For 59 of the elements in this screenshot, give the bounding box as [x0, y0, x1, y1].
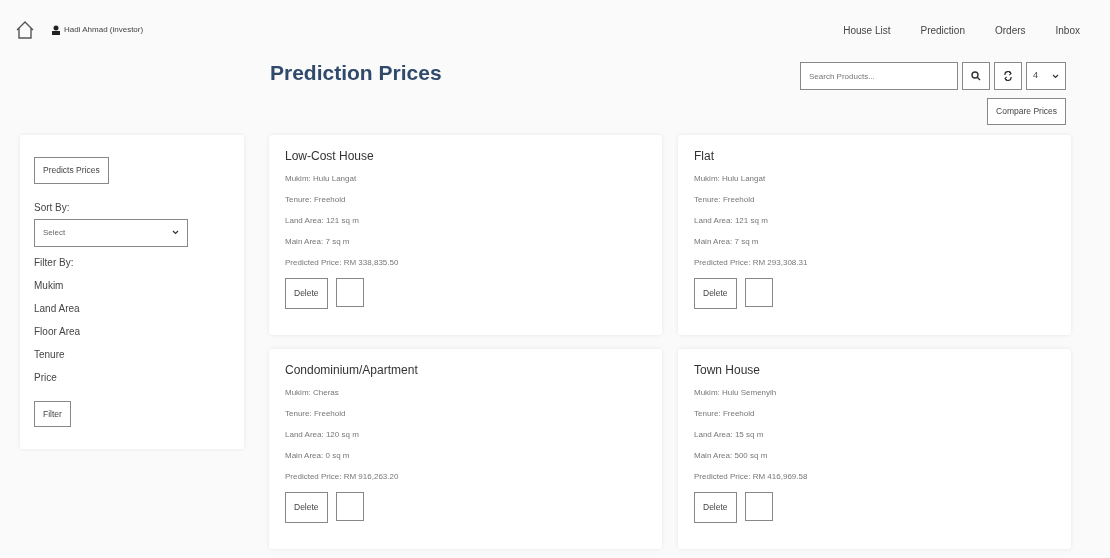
chevron-down-icon [172, 230, 179, 235]
card-detail: Mukim: Hulu Semenyih [694, 387, 778, 400]
delete-button[interactable]: Delete [694, 278, 737, 309]
card-detail: Tenure: Freehold [694, 408, 756, 421]
user-icon [52, 25, 60, 35]
refresh-icon [1004, 71, 1012, 81]
card-detail: Main Area: 7 sq m [694, 236, 760, 249]
nav-link[interactable]: House List [843, 22, 891, 38]
page-title: Prediction Prices [270, 60, 442, 86]
per-page-select[interactable]: 4 [1026, 62, 1066, 90]
card-detail: Tenure: Freehold [285, 408, 347, 421]
card-detail: Predicted Price: RM 416,969.58 [694, 471, 809, 484]
predict-prices-button[interactable]: Predicts Prices [34, 156, 109, 184]
card-detail: Predicted Price: RM 293,308.31 [694, 257, 809, 270]
filter-option[interactable]: Floor Area [34, 323, 81, 339]
nav-link[interactable]: Inbox [1055, 22, 1080, 38]
sort-select[interactable]: Select [34, 218, 188, 247]
delete-button[interactable]: Delete [694, 492, 737, 523]
card-detail: Tenure: Freehold [694, 194, 756, 207]
card-detail: Mukim: Cheras [285, 387, 340, 400]
blank-button[interactable] [335, 492, 364, 522]
blank-button[interactable] [744, 492, 773, 522]
nav-link[interactable]: Orders [994, 22, 1026, 38]
filter-option[interactable]: Land Area [34, 300, 81, 316]
user-name: Hadi Ahmad (investor) [64, 24, 144, 36]
blank-button[interactable] [335, 278, 364, 308]
card-detail: Land Area: 121 sq m [694, 215, 769, 228]
card-detail: Main Area: 0 sq m [285, 450, 351, 463]
search-field[interactable]: Search Products... [800, 62, 958, 90]
filter-label: Filter By: [34, 255, 74, 270]
card-detail: Predicted Price: RM 916,263.20 [285, 471, 400, 484]
filter-option[interactable]: Mukim [34, 277, 81, 293]
nav-link[interactable]: Prediction [920, 22, 965, 38]
blank-button[interactable] [744, 278, 773, 308]
card-title: Low-Cost House [285, 148, 375, 164]
card-detail: Main Area: 500 sq m [694, 450, 769, 463]
delete-button[interactable]: Delete [285, 492, 328, 523]
refresh-button[interactable] [994, 62, 1022, 90]
card-detail: Land Area: 121 sq m [285, 215, 360, 228]
card-detail: Tenure: Freehold [285, 194, 347, 207]
search-icon [971, 71, 981, 81]
filter-button[interactable]: Filter [34, 400, 71, 428]
card-title: Town House [694, 362, 762, 378]
card-detail: Land Area: 15 sq m [694, 429, 765, 442]
card-title: Condominium/Apartment [285, 362, 419, 378]
home-icon[interactable] [14, 20, 36, 40]
search-button[interactable] [962, 62, 990, 90]
delete-button[interactable]: Delete [285, 278, 328, 309]
chevron-down-icon [1052, 73, 1059, 79]
filter-option[interactable]: Tenure [34, 346, 81, 362]
card-detail: Mukim: Hulu Langat [285, 173, 358, 186]
filter-option[interactable]: Price [34, 369, 81, 385]
card-detail: Land Area: 120 sq m [285, 429, 360, 442]
card-detail: Main Area: 7 sq m [285, 236, 351, 249]
sort-label: Sort By: [34, 200, 70, 215]
compare-prices-button[interactable]: Compare Prices [987, 98, 1066, 125]
card-detail: Predicted Price: RM 338,835.50 [285, 257, 400, 270]
card-detail: Mukim: Hulu Langat [694, 173, 767, 186]
card-title: Flat [694, 148, 715, 164]
